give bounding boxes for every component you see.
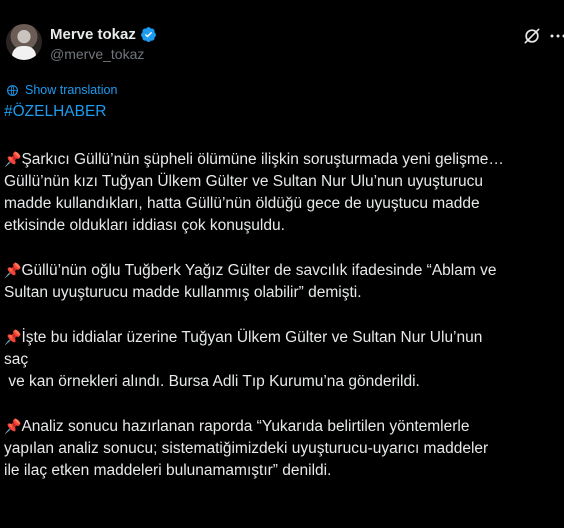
tweet-body: 📌Şarkıcı Güllü’nün şüpheli ölümüne ilişk… (4, 148, 564, 504)
author-name-row: Merve tokaz (50, 26, 157, 43)
tweet-header: Merve tokaz @merve_tokaz (0, 0, 564, 68)
show-translation-label[interactable]: Show translation (25, 83, 117, 97)
show-translation-link[interactable]: Show translation (6, 83, 117, 97)
author-handle[interactable]: @merve_tokaz (50, 46, 144, 62)
pushpin-icon: 📌 (4, 151, 22, 167)
hashtag-link[interactable]: #ÖZELHABER (4, 103, 107, 121)
tweet-paragraph: 📌Güllü’nün oğlu Tuğberk Yağız Gülter de … (4, 259, 564, 304)
author-name[interactable]: Merve tokaz (50, 26, 136, 43)
paragraph-text: Şarkıcı Güllü’nün şüpheli ölümüne ilişki… (4, 151, 504, 234)
translate-globe-icon (7, 84, 18, 96)
pushpin-icon: 📌 (4, 418, 22, 434)
pushpin-icon: 📌 (4, 329, 22, 345)
verified-badge-icon (140, 27, 156, 42)
more-icon[interactable] (549, 26, 564, 46)
paragraph-text: Güllü’nün oğlu Tuğberk Yağız Gülter de s… (4, 262, 497, 301)
avatar[interactable] (6, 24, 42, 60)
pushpin-icon: 📌 (4, 262, 22, 278)
paragraph-text: Analiz sonucu hazırlanan raporda “Yukarı… (4, 418, 489, 479)
tweet-paragraph: 📌Analiz sonucu hazırlanan raporda “Yukar… (4, 415, 564, 482)
grok-icon[interactable] (522, 26, 542, 46)
tweet-paragraph: 📌Şarkıcı Güllü’nün şüpheli ölümüne ilişk… (4, 148, 564, 237)
paragraph-text: İşte bu iddialar üzerine Tuğyan Ülkem Gü… (4, 329, 483, 390)
tweet-paragraph: 📌İşte bu iddialar üzerine Tuğyan Ülkem G… (4, 326, 564, 393)
